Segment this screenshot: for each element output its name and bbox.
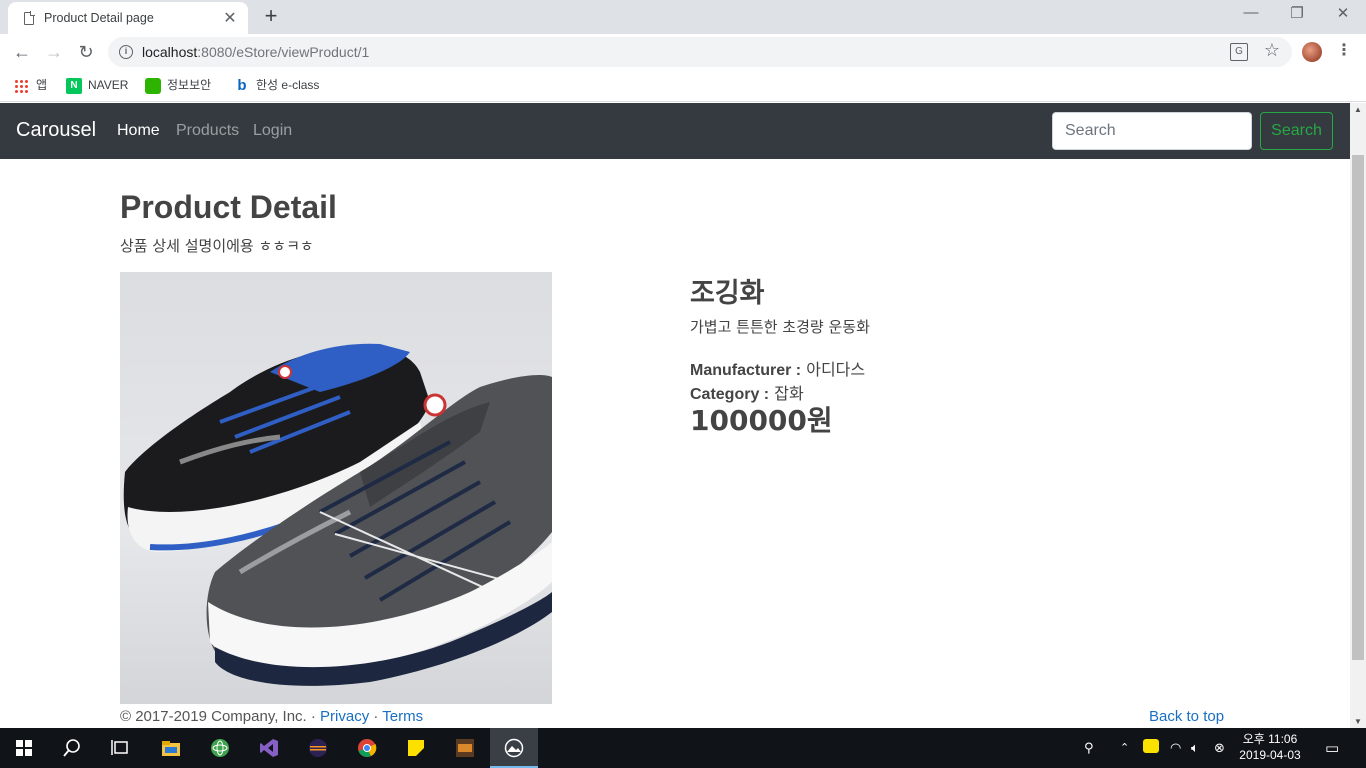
terms-link[interactable]: Terms xyxy=(382,708,423,725)
back-to-top-link[interactable]: Back to top xyxy=(1149,708,1224,725)
new-tab-button[interactable]: + xyxy=(259,4,283,28)
bookmark-label: 한성 e-class xyxy=(256,78,320,92)
footer-copyright: © 2017-2019 Company, Inc. · Privacy · Te… xyxy=(120,708,423,725)
url-text: localhost:8080/eStore/viewProduct/1 xyxy=(142,44,369,60)
apps-grid-icon xyxy=(14,78,28,93)
footer-separator: · xyxy=(369,708,383,725)
forward-arrow-icon[interactable]: → xyxy=(42,40,66,64)
page-subtitle: 상품 상세 설명이에용 ㅎㅎㅋㅎ xyxy=(120,237,314,255)
bookmark-naver[interactable]: N NAVER xyxy=(66,77,128,95)
game-app-button[interactable] xyxy=(441,728,489,768)
atom-icon xyxy=(211,739,229,757)
kakaotalk-icon[interactable] xyxy=(1143,739,1159,756)
search-button[interactable]: Search xyxy=(1260,112,1333,150)
search-input[interactable] xyxy=(1052,112,1252,150)
restore-icon[interactable]: ❐ xyxy=(1282,4,1312,22)
eclipse-button[interactable] xyxy=(294,728,342,768)
naver-icon: N xyxy=(66,77,82,94)
nav-link-products[interactable]: Products xyxy=(176,122,239,140)
visual-studio-button[interactable] xyxy=(245,728,293,768)
product-description: 가볍고 튼튼한 초경량 운동화 xyxy=(690,318,870,336)
windows-logo-icon xyxy=(16,740,32,756)
scroll-down-icon[interactable]: ▼ xyxy=(1354,717,1362,726)
browser-toolbar: ← → ↻ i localhost:8080/eStore/viewProduc… xyxy=(0,34,1366,70)
info-icon[interactable]: i xyxy=(119,45,133,59)
bing-icon: b xyxy=(237,76,247,94)
bookmark-security[interactable]: 정보보안 xyxy=(145,77,211,95)
folder-icon xyxy=(162,741,180,756)
sticky-notes-icon xyxy=(408,740,424,756)
document-icon xyxy=(24,11,35,25)
tray-expand-icon[interactable]: ⌃ xyxy=(1120,741,1129,754)
volume-icon[interactable]: 🔈︎ xyxy=(1191,740,1199,756)
copyright-text: © 2017-2019 Company, Inc. · xyxy=(120,708,321,725)
task-view-button[interactable] xyxy=(96,728,144,768)
bookmarks-bar: 앱 N NAVER 정보보안 b 한성 e-class xyxy=(0,70,1366,102)
taskbar-clock[interactable]: 오후 11:06 2019-04-03 xyxy=(1238,731,1302,763)
task-view-icon xyxy=(111,740,128,755)
nav-link-home[interactable]: Home xyxy=(117,122,160,140)
manufacturer-label: Manufacturer : xyxy=(690,362,802,379)
visual-studio-icon xyxy=(260,739,278,757)
page-title: Product Detail xyxy=(120,189,337,225)
back-arrow-icon[interactable]: ← xyxy=(10,40,34,64)
eclipse-icon xyxy=(309,739,327,757)
minimize-icon[interactable]: — xyxy=(1236,4,1266,21)
manufacturer-value: 아디다스 xyxy=(806,360,866,379)
address-bar[interactable]: i localhost:8080/eStore/viewProduct/1 G … xyxy=(108,37,1292,67)
start-button[interactable] xyxy=(0,728,48,768)
bookmark-eclass[interactable]: b 한성 e-class xyxy=(234,77,319,95)
security-site-icon xyxy=(145,77,161,94)
window-close-icon[interactable]: ✕ xyxy=(1328,4,1358,22)
photos-icon xyxy=(504,738,524,758)
scroll-up-icon[interactable]: ▲ xyxy=(1354,105,1362,114)
atom-button[interactable] xyxy=(196,728,244,768)
product-image xyxy=(120,272,552,704)
wifi-icon[interactable]: ◠ xyxy=(1170,740,1181,756)
search-taskbar-button[interactable] xyxy=(48,728,96,768)
privacy-link[interactable]: Privacy xyxy=(320,708,369,725)
url-host: localhost xyxy=(142,44,198,60)
nav-link-login[interactable]: Login xyxy=(253,122,292,140)
product-name: 조깅화 xyxy=(690,278,765,309)
scrollbar-thumb[interactable] xyxy=(1352,155,1364,660)
page-viewport: Carousel Home Products Login Search Prod… xyxy=(0,103,1350,728)
clock-date: 2019-04-03 xyxy=(1239,748,1301,762)
bookmark-label: 정보보안 xyxy=(167,78,212,92)
clock-time: 오후 11:06 xyxy=(1242,732,1298,746)
close-tab-icon[interactable]: ✕ xyxy=(220,8,240,28)
ime-icon[interactable]: ⊗ xyxy=(1214,740,1225,756)
product-price: 100000원 xyxy=(690,404,833,437)
people-icon[interactable]: ⚲ xyxy=(1084,740,1094,756)
bookmark-label: NAVER xyxy=(88,78,129,92)
chrome-icon xyxy=(358,739,377,757)
photos-app-button[interactable] xyxy=(490,728,538,768)
sneakers-illustration xyxy=(123,343,552,686)
bookmark-star-icon[interactable]: ☆ xyxy=(1264,40,1280,61)
browser-tab-strip: Product Detail page ✕ + — ❐ ✕ xyxy=(0,0,1366,34)
reload-icon[interactable]: ↻ xyxy=(74,40,98,64)
bookmark-apps[interactable]: 앱 xyxy=(14,77,47,95)
windows-taskbar: ⚲ ⌃ ◠ 🔈︎ ⊗ 오후 11:06 2019-04-03 ▭ xyxy=(0,728,1366,768)
url-path: :8080/eStore/viewProduct/1 xyxy=(197,44,370,60)
game-app-icon xyxy=(456,739,474,757)
browser-tab[interactable]: Product Detail page ✕ xyxy=(8,2,248,34)
action-center-icon[interactable]: ▭ xyxy=(1325,739,1339,757)
site-navbar: Carousel Home Products Login Search xyxy=(0,103,1350,159)
profile-avatar[interactable] xyxy=(1302,42,1322,62)
tab-title: Product Detail page xyxy=(44,11,154,25)
navbar-brand[interactable]: Carousel xyxy=(16,119,96,142)
chrome-button[interactable] xyxy=(343,728,391,768)
chrome-menu-icon[interactable]: ⋮ xyxy=(1336,40,1352,60)
file-explorer-button[interactable] xyxy=(147,728,195,768)
sticky-notes-button[interactable] xyxy=(392,728,440,768)
manufacturer-line: Manufacturer : 아디다스 xyxy=(690,356,865,380)
search-icon xyxy=(63,739,80,757)
translate-icon[interactable]: G xyxy=(1230,43,1248,61)
bookmark-label: 앱 xyxy=(36,78,48,92)
page-scrollbar[interactable]: ▲ ▼ xyxy=(1350,103,1366,728)
